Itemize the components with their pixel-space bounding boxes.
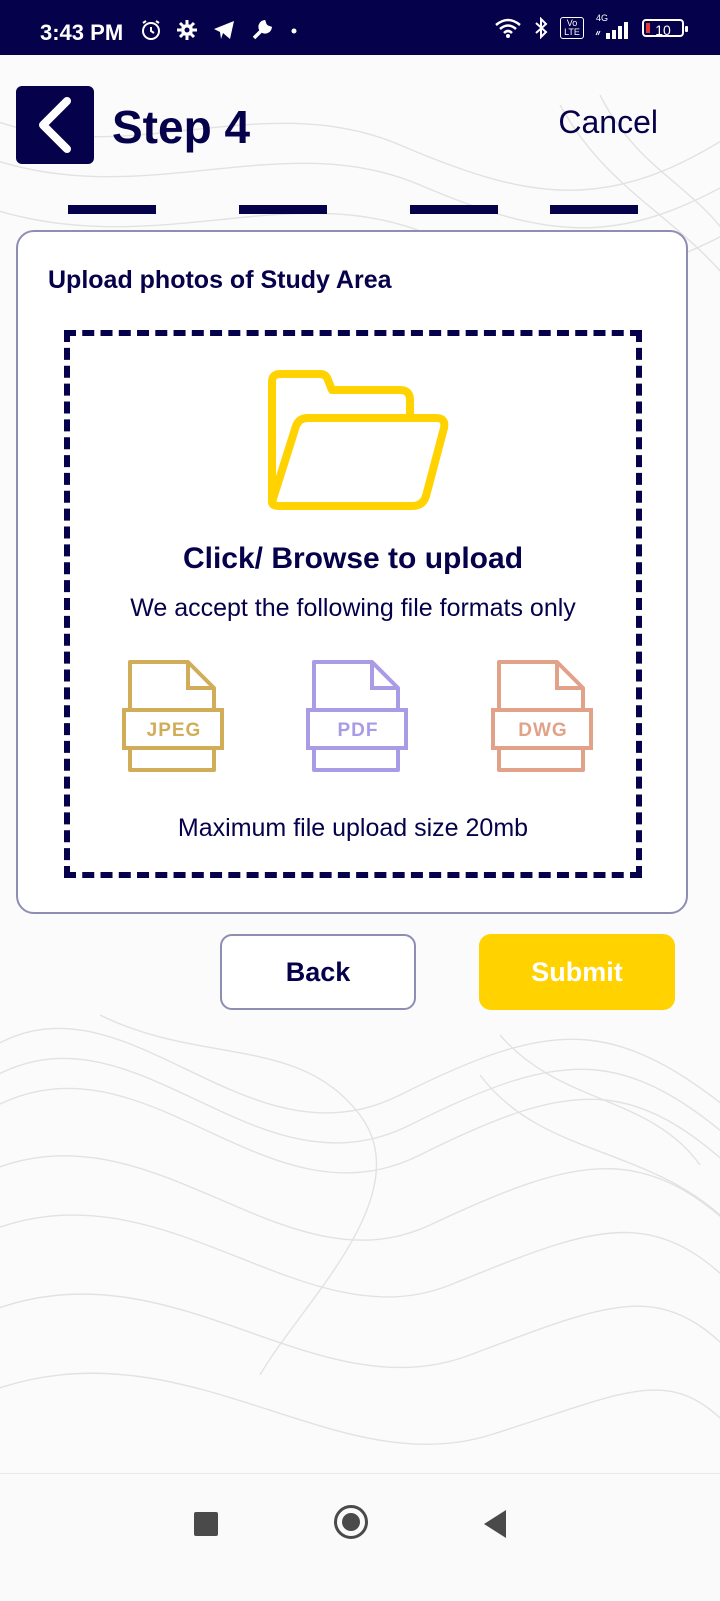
- wifi-icon: [495, 18, 521, 38]
- step-indicator-4: [550, 205, 638, 214]
- bluetooth-icon: [535, 17, 548, 39]
- dropzone-subtitle: We accept the following file formats onl…: [130, 594, 576, 622]
- battery-icon: 10: [642, 19, 688, 38]
- volte-icon: Vo LTE: [560, 17, 584, 39]
- chevron-left-icon: [39, 97, 71, 153]
- gear-icon: [177, 20, 197, 40]
- battery-level: 10: [655, 22, 671, 38]
- dot-icon: [291, 28, 297, 34]
- back-step-button[interactable]: Back: [220, 934, 416, 1010]
- upload-card: Upload photos of Study Area Click/ Brows…: [16, 230, 688, 914]
- notification-icons: [140, 18, 300, 42]
- dropzone-title: Click/ Browse to upload: [182, 542, 524, 575]
- back-button[interactable]: [16, 86, 94, 164]
- telegram-icon: [214, 21, 234, 39]
- pdf-format-label: PDF: [337, 720, 379, 741]
- step-indicator-3: [410, 205, 498, 214]
- alarm-icon: [142, 20, 160, 40]
- dwg-format-icon: DWG: [491, 658, 595, 778]
- wrench-icon: [252, 19, 273, 40]
- pdf-format-icon: PDF: [306, 658, 410, 778]
- dwg-format-label: DWG: [518, 720, 568, 741]
- upload-dropzone[interactable]: Click/ Browse to upload We accept the fo…: [64, 330, 642, 878]
- upload-card-title: Upload photos of Study Area: [48, 266, 392, 294]
- status-time: 3:43 PM: [40, 20, 124, 45]
- jpeg-format-icon: JPEG: [122, 658, 226, 778]
- recents-square-icon[interactable]: [194, 1512, 218, 1536]
- status-bar: 3:43 PM Vo LTE 4G 10: [0, 0, 720, 55]
- step-indicator-1: [68, 205, 156, 214]
- step-indicator-2: [239, 205, 327, 214]
- navigation-bar: [0, 1473, 720, 1601]
- cancel-button[interactable]: Cancel: [558, 104, 658, 141]
- home-circle-icon[interactable]: [334, 1505, 368, 1539]
- step-progress: [0, 205, 720, 215]
- max-size-text: Maximum file upload size 20mb: [177, 814, 529, 842]
- signal-icon: 4G: [594, 13, 632, 39]
- system-icons: Vo LTE 4G 10: [494, 13, 688, 39]
- jpeg-format-label: JPEG: [146, 720, 202, 741]
- folder-icon: [268, 370, 449, 510]
- back-triangle-icon[interactable]: [484, 1510, 506, 1538]
- page-title: Step 4: [112, 101, 251, 153]
- submit-button[interactable]: Submit: [479, 934, 675, 1010]
